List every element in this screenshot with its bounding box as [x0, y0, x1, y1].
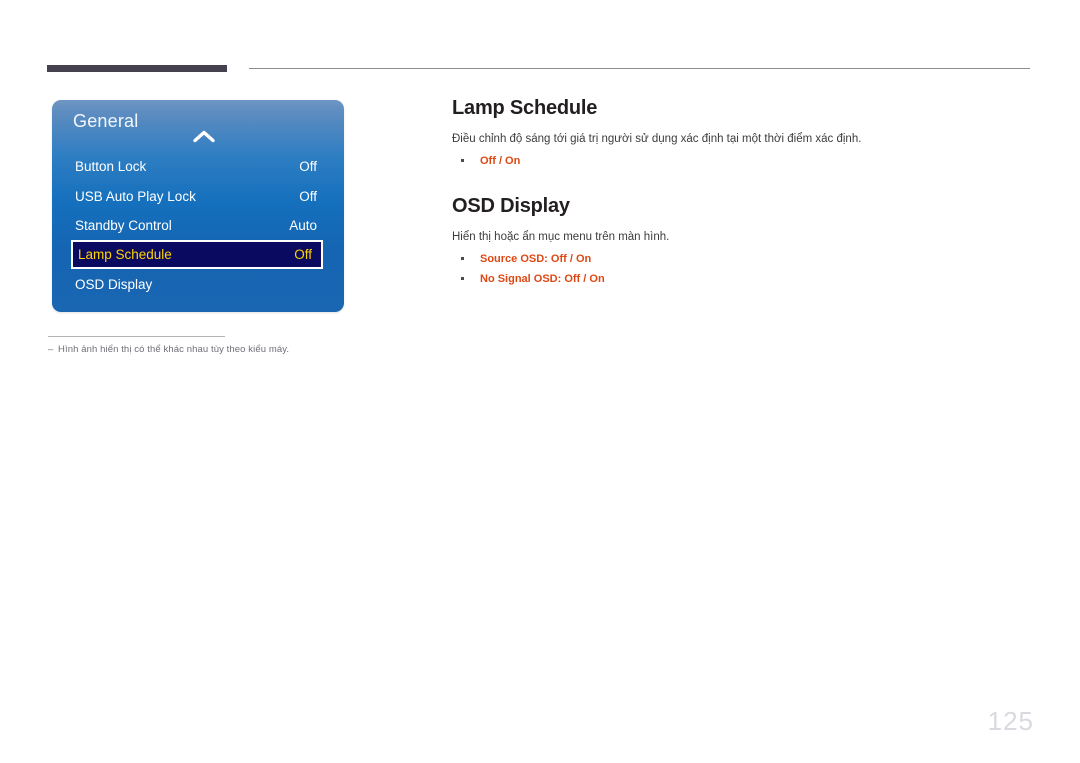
header-accent-bar — [47, 65, 227, 72]
osd-row-usb-auto-play-lock[interactable]: USB Auto Play Lock Off — [52, 182, 344, 211]
osd-row-standby-control[interactable]: Standby Control Auto — [52, 211, 344, 240]
osd-row-label: Standby Control — [75, 218, 172, 233]
osd-row-value: Off — [299, 189, 317, 204]
osd-row-button-lock[interactable]: Button Lock Off — [52, 152, 344, 181]
osd-row-label: OSD Display — [75, 277, 153, 292]
bullet-icon — [461, 256, 464, 260]
option-text: No Signal OSD: Off / On — [480, 273, 605, 286]
footnote-text: Hình ảnh hiển thị có thể khác nhau tùy t… — [58, 344, 290, 355]
footnote-dash: – — [48, 344, 54, 355]
osd-row-value: Off — [299, 159, 317, 174]
footnote: – Hình ảnh hiển thị có thể khác nhau tùy … — [48, 344, 289, 355]
chevron-up-icon[interactable] — [190, 128, 218, 144]
bullet-icon — [461, 277, 464, 281]
osd-row-label: Button Lock — [75, 159, 147, 174]
osd-menu-panel: General Button Lock Off USB Auto Play Lo… — [52, 100, 344, 312]
footnote-divider — [48, 336, 225, 337]
content-column: Lamp Schedule Điều chỉnh độ sáng tới giá… — [452, 97, 1032, 288]
list-item: Source OSD: Off / On — [452, 251, 1032, 268]
osd-row-value: Off — [294, 247, 312, 262]
osd-row-lamp-schedule-selected[interactable]: Lamp Schedule Off — [71, 240, 323, 269]
option-text: Off / On — [480, 154, 521, 167]
header-rule-line — [249, 68, 1030, 69]
osd-menu-title: General — [73, 111, 139, 131]
osd-row-value: Auto — [289, 218, 317, 233]
bullet-icon — [461, 158, 464, 162]
section-description-lamp-schedule: Điều chỉnh độ sáng tới giá trị người sử … — [452, 133, 862, 145]
option-list-osd-display: Source OSD: Off / On No Signal OSD: Off … — [452, 251, 1032, 288]
list-item: No Signal OSD: Off / On — [452, 271, 1032, 288]
section-description-osd-display: Hiển thị hoặc ẩn mục menu trên màn hình. — [452, 231, 670, 244]
osd-row-label: Lamp Schedule — [78, 247, 172, 262]
option-list-lamp-schedule: Off / On — [452, 153, 1032, 170]
osd-row-label: USB Auto Play Lock — [75, 189, 196, 204]
section-title-lamp-schedule: Lamp Schedule — [452, 97, 598, 119]
page-number: 125 — [987, 706, 1034, 736]
section-title-osd-display: OSD Display — [452, 195, 570, 218]
list-item: Off / On — [452, 153, 1032, 170]
osd-row-osd-display[interactable]: OSD Display — [52, 270, 344, 299]
option-text: Source OSD: Off / On — [480, 252, 592, 265]
